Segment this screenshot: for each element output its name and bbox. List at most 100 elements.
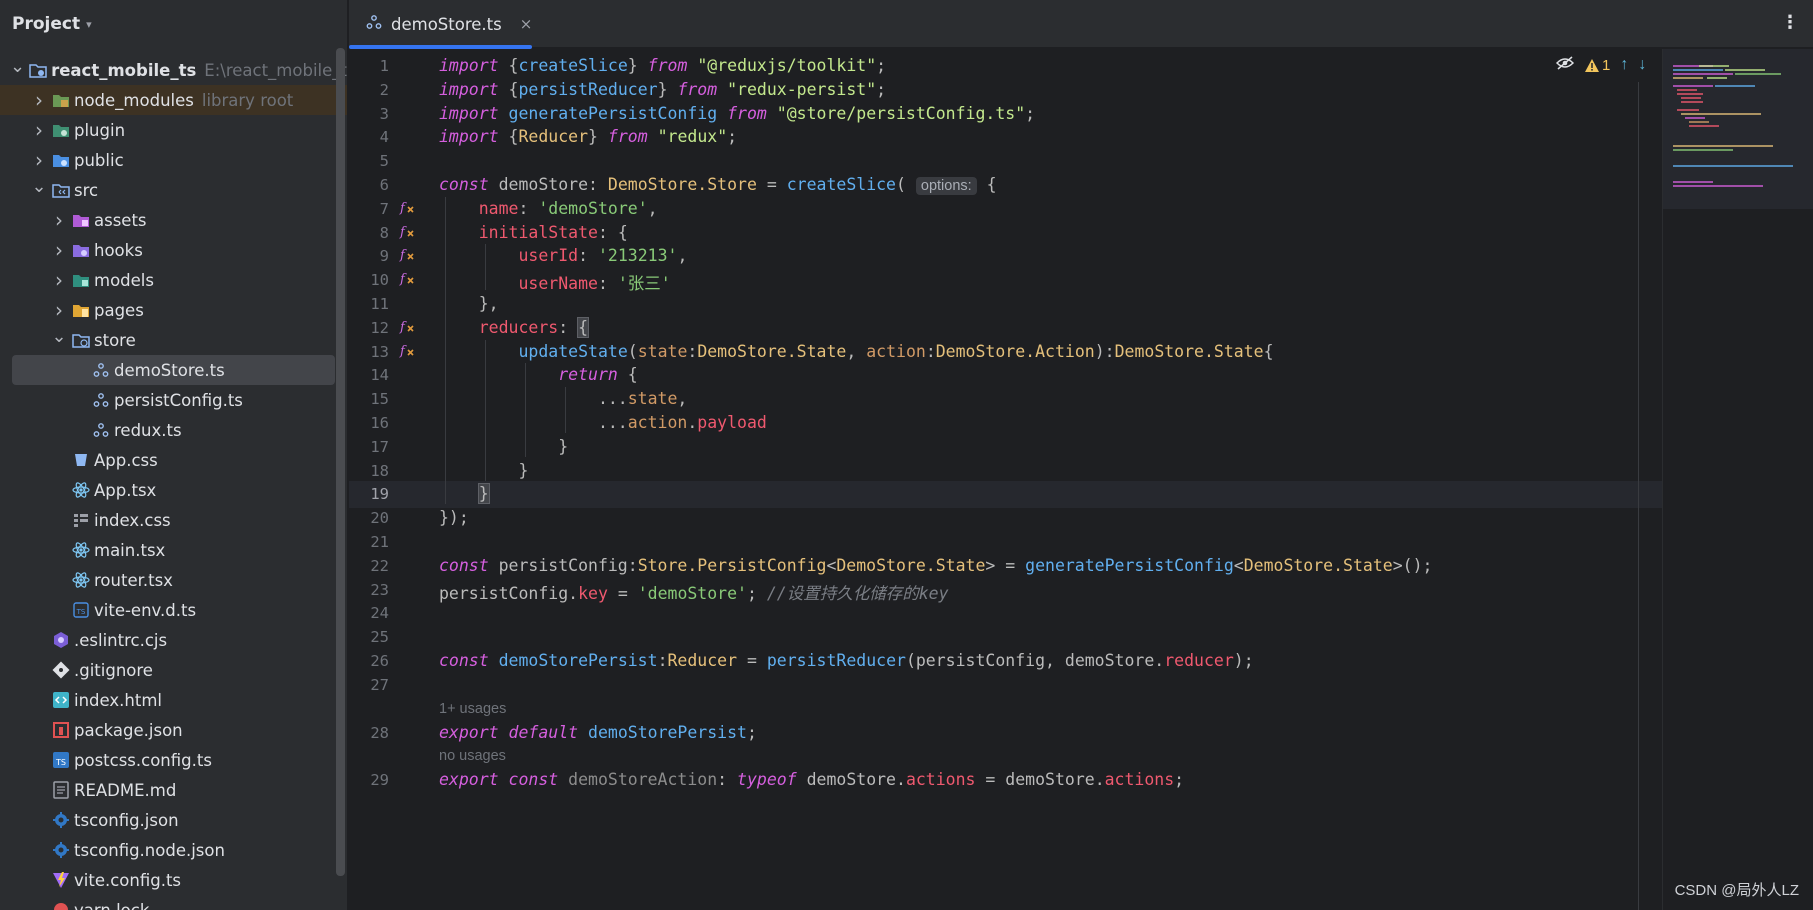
code-line[interactable]: updateState(state:DemoStore.State, actio… <box>439 342 1273 361</box>
inspections-widget[interactable]: 1 ↑ ↓ <box>1555 56 1646 74</box>
tree-item[interactable]: ›index.css <box>0 505 347 535</box>
chevron-right-icon[interactable]: › <box>50 205 68 235</box>
implemented-property-icon[interactable]: f <box>397 199 417 219</box>
tree-item[interactable]: ›router.tsx <box>0 565 347 595</box>
tree-item[interactable]: ›TSpostcss.config.ts <box>0 745 347 775</box>
tree-item[interactable]: ›README.md <box>0 775 347 805</box>
chevron-down-icon[interactable]: ⌄ <box>30 171 48 201</box>
tree-item[interactable]: ›tsconfig.node.json <box>0 835 347 865</box>
tree-item[interactable]: › plugin <box>0 115 347 145</box>
tree-item[interactable]: ›vite.config.ts <box>0 865 347 895</box>
tree-item[interactable]: ›App.css <box>0 445 347 475</box>
tree-item[interactable]: › models <box>0 265 347 295</box>
code-token: "redux-persist" <box>727 79 877 99</box>
arrow-down-icon[interactable]: ↓ <box>1638 56 1646 74</box>
chevron-right-icon[interactable]: › <box>30 115 48 145</box>
tree-item[interactable]: ›.eslintrc.cjs <box>0 625 347 655</box>
code-line[interactable]: } <box>439 483 490 505</box>
code-token: } <box>439 436 569 456</box>
tab-demostore[interactable]: demoStore.ts × <box>349 0 533 49</box>
code-line[interactable]: export default demoStorePersist; <box>439 723 757 742</box>
project-view-selector[interactable]: Project ▾ <box>0 0 347 48</box>
code-line[interactable]: }, <box>439 294 499 313</box>
code-line[interactable]: userId: '213213', <box>439 246 687 265</box>
code-line[interactable]: const demoStorePersist:Reducer = persist… <box>439 651 1254 670</box>
folder-plugin-icon <box>52 121 70 139</box>
reader-mode-icon[interactable] <box>1555 56 1575 74</box>
code-token: const <box>439 175 489 194</box>
usages-hint[interactable]: 1+ usages <box>439 701 506 717</box>
tsconfig-icon <box>52 841 70 859</box>
tree-item-hint: E:\react_mobile_ts <box>204 60 348 80</box>
code-token: demoStoreAction <box>568 770 718 790</box>
code-token: ); <box>1233 651 1254 670</box>
tree-item[interactable]: ›package.json <box>0 715 347 745</box>
code-token: createSlice <box>518 56 628 75</box>
minimap[interactable] <box>1662 49 1813 910</box>
code-token: DemoStore.State <box>1243 555 1393 575</box>
code-line[interactable]: import {persistReducer} from "redux-pers… <box>439 80 886 99</box>
code-line[interactable]: const persistConfig:Store.PersistConfig<… <box>439 556 1432 575</box>
code-line[interactable]: return { <box>439 365 637 384</box>
code-line[interactable]: } <box>439 437 568 456</box>
code-line[interactable]: name: 'demoStore', <box>439 199 658 218</box>
code-line[interactable]: import {createSlice} from "@reduxjs/tool… <box>439 56 886 75</box>
implemented-property-icon[interactable]: f <box>397 342 417 362</box>
svg-text:f: f <box>399 225 407 239</box>
arrow-up-icon[interactable]: ↑ <box>1620 56 1628 74</box>
code-line[interactable]: import {Reducer} from "redux"; <box>439 127 737 146</box>
more-options-icon[interactable]: ⋮ <box>1781 12 1799 33</box>
tree-item[interactable]: ⌄ store <box>0 325 347 355</box>
chevron-down-icon[interactable]: ⌄ <box>10 51 25 81</box>
code-line[interactable]: initialState: { <box>439 223 628 242</box>
tree-item[interactable]: ⌄ react_mobile_ts E:\react_mobile_ts <box>0 55 347 85</box>
warning-indicator[interactable]: 1 <box>1584 57 1610 74</box>
implemented-property-icon[interactable]: f <box>397 270 417 290</box>
tree-item[interactable]: ›main.tsx <box>0 535 347 565</box>
tree-item[interactable]: › assets <box>0 205 347 235</box>
tree-item-label: store <box>94 330 136 350</box>
tree-item[interactable]: ›App.tsx <box>0 475 347 505</box>
implemented-property-icon[interactable]: f <box>397 223 417 243</box>
code-line[interactable]: userName: '张三' <box>439 270 670 294</box>
code-line[interactable]: persistConfig.key = 'demoStore'; //设置持久化… <box>439 580 949 604</box>
chevron-right-icon[interactable]: › <box>30 85 48 115</box>
close-icon[interactable]: × <box>520 15 533 33</box>
code-line[interactable]: ...action.payload <box>439 413 767 432</box>
chevron-right-icon[interactable]: › <box>50 235 68 265</box>
tree-item[interactable]: › node_modules library root <box>0 85 347 115</box>
tree-item[interactable]: › public <box>0 145 347 175</box>
tree-item[interactable]: ›yarn.lock <box>0 895 347 910</box>
minimap-line <box>1735 73 1781 75</box>
code-line[interactable]: reducers: { <box>439 316 590 338</box>
folder-public-icon <box>52 151 70 169</box>
line-number: 26 <box>370 652 389 670</box>
line-number: 23 <box>370 580 389 599</box>
line-number: 17 <box>370 437 389 456</box>
code-line[interactable]: export const demoStoreAction: typeof dem… <box>439 770 1184 789</box>
tree-item[interactable]: ›persistConfig.ts <box>0 385 347 415</box>
implemented-property-icon[interactable]: f <box>397 318 417 338</box>
usages-hint[interactable]: no usages <box>439 748 506 764</box>
tree-item[interactable]: ›redux.ts <box>0 415 347 445</box>
tree-item[interactable]: ›demoStore.ts <box>12 355 335 385</box>
code-editor[interactable]: 1 import {createSlice} from "@reduxjs/too… <box>349 49 1669 910</box>
tree-item[interactable]: ›.gitignore <box>0 655 347 685</box>
chevron-right-icon[interactable]: › <box>50 265 68 295</box>
tree-item[interactable]: ⌄ src <box>0 175 347 205</box>
code-line[interactable]: const demoStore: DemoStore.Store = creat… <box>439 175 997 195</box>
tree-item-label: pages <box>94 300 144 320</box>
code-line[interactable]: import generatePersistConfig from "@stor… <box>439 104 1035 123</box>
tree-item[interactable]: ›tsconfig.json <box>0 805 347 835</box>
code-line[interactable]: } <box>439 461 528 480</box>
tree-item[interactable]: ›index.html <box>0 685 347 715</box>
implemented-property-icon[interactable]: f <box>397 246 417 266</box>
project-tree-scrollbar[interactable] <box>336 48 345 876</box>
tree-item[interactable]: › hooks <box>0 235 347 265</box>
code-line[interactable]: ...state, <box>439 389 687 408</box>
tree-item[interactable]: ›TSvite-env.d.ts <box>0 595 347 625</box>
chevron-down-icon[interactable]: ⌄ <box>50 321 68 351</box>
code-line[interactable]: }); <box>439 508 469 527</box>
watermark: CSDN @局外人LZ <box>1674 882 1799 899</box>
